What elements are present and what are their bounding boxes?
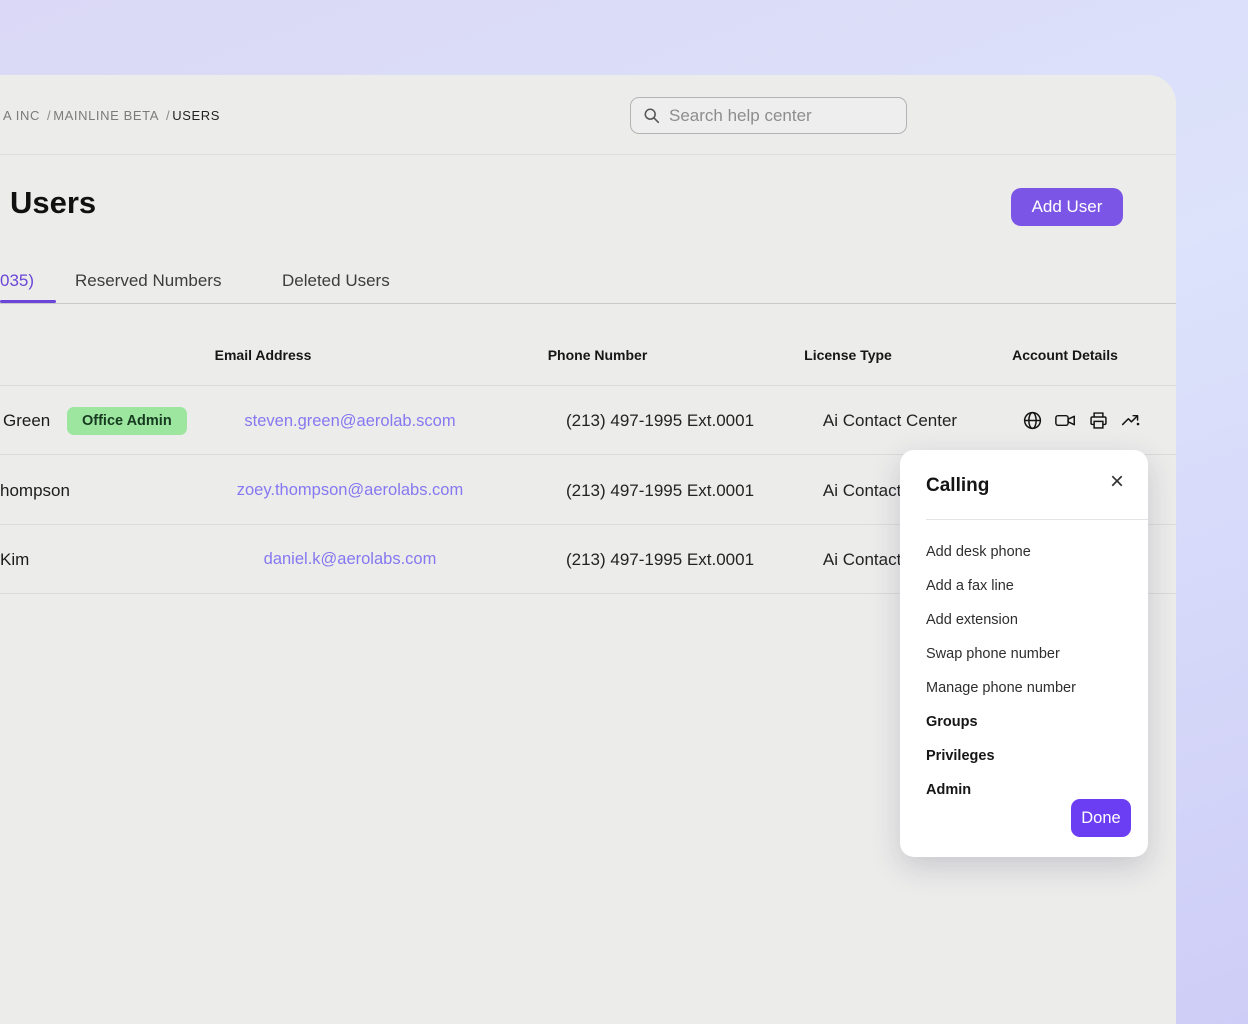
tabs-divider xyxy=(0,303,1176,304)
app-background: A INC/MAINLINE BETA/USERS Users Add User… xyxy=(0,0,1248,1024)
user-name: Green xyxy=(3,386,50,454)
page-title: Users xyxy=(10,185,96,221)
column-header-account: Account Details xyxy=(985,343,1145,367)
globe-icon[interactable] xyxy=(1022,410,1043,431)
done-button[interactable]: Done xyxy=(1071,799,1131,837)
menu-item-groups[interactable]: Groups xyxy=(926,705,1132,739)
account-details-actions xyxy=(1016,386,1148,454)
popover-divider xyxy=(926,519,1148,520)
user-name: hompson xyxy=(0,456,70,524)
breadcrumb: A INC/MAINLINE BETA/USERS xyxy=(3,108,220,123)
user-license: Ai Contact Center xyxy=(790,386,990,454)
header-divider xyxy=(0,154,1176,155)
tab-users-count[interactable]: 035) xyxy=(0,271,34,291)
menu-item-add-desk-phone[interactable]: Add desk phone xyxy=(926,535,1132,569)
user-email-link[interactable]: zoey.thompson@aerolabs.com xyxy=(180,456,520,524)
breadcrumb-item-office[interactable]: MAINLINE BETA xyxy=(53,108,159,123)
menu-item-add-extension[interactable]: Add extension xyxy=(926,603,1132,637)
tab-deleted-users[interactable]: Deleted Users xyxy=(282,271,390,291)
table-row: Green Office Admin steven.green@aerolab.… xyxy=(0,385,1176,455)
column-header-phone: Phone Number xyxy=(520,343,675,367)
user-email-link[interactable]: steven.green@aerolab.scom xyxy=(180,386,520,454)
calling-popover: Calling × Add desk phone Add a fax line … xyxy=(900,450,1148,857)
user-name: Kim xyxy=(0,525,29,593)
breadcrumb-item-users: USERS xyxy=(172,108,220,123)
menu-item-manage-phone-number[interactable]: Manage phone number xyxy=(926,671,1132,705)
column-header-license: License Type xyxy=(770,343,926,367)
breadcrumb-separator: / xyxy=(47,108,51,123)
user-email-link[interactable]: daniel.k@aerolabs.com xyxy=(180,525,520,593)
user-phone: (213) 497-1995 Ext.0001 xyxy=(540,386,780,454)
close-icon[interactable]: × xyxy=(1110,470,1124,494)
menu-item-swap-phone-number[interactable]: Swap phone number xyxy=(926,637,1132,671)
search-icon xyxy=(643,107,660,124)
user-phone: (213) 497-1995 Ext.0001 xyxy=(540,456,780,524)
role-badge: Office Admin xyxy=(67,407,187,435)
help-search[interactable] xyxy=(630,97,907,134)
column-header-email: Email Address xyxy=(180,343,346,367)
popover-menu: Add desk phone Add a fax line Add extens… xyxy=(926,535,1132,807)
add-user-button[interactable]: Add User xyxy=(1011,188,1123,226)
menu-item-add-fax-line[interactable]: Add a fax line xyxy=(926,569,1132,603)
user-phone: (213) 497-1995 Ext.0001 xyxy=(540,525,780,593)
search-input[interactable] xyxy=(669,106,894,126)
video-camera-icon[interactable] xyxy=(1054,410,1077,431)
menu-item-privileges[interactable]: Privileges xyxy=(926,739,1132,773)
breadcrumb-item-company[interactable]: A INC xyxy=(3,108,40,123)
printer-icon[interactable] xyxy=(1088,410,1109,431)
tab-reserved-numbers[interactable]: Reserved Numbers xyxy=(75,271,221,291)
trending-up-icon[interactable] xyxy=(1120,410,1142,431)
breadcrumb-separator: / xyxy=(166,108,170,123)
popover-title: Calling xyxy=(926,475,989,497)
